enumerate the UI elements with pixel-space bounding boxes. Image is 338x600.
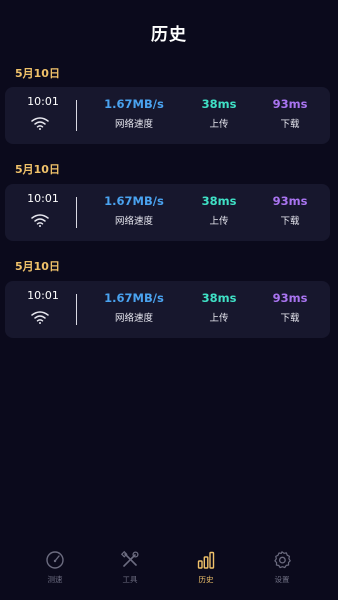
upload-label: 上传 bbox=[209, 119, 229, 130]
speed-metric: 1.67MB/s 网络速度 bbox=[103, 194, 165, 228]
speed-value: 1.67MB/s bbox=[104, 194, 164, 208]
download-metric: 93ms 下载 bbox=[270, 97, 310, 131]
download-metric: 93ms 下载 bbox=[270, 291, 310, 325]
page-title: 历史 bbox=[151, 25, 187, 45]
download-value: 93ms bbox=[272, 97, 308, 111]
history-record-card[interactable]: 10:01 1.67MB/s 网络速度 38ms 上传 93ms 下载 bbox=[5, 87, 330, 144]
download-value: 93ms bbox=[272, 194, 308, 208]
card-divider bbox=[76, 294, 77, 325]
history-record-card[interactable]: 10:01 1.67MB/s 网络速度 38ms 上传 93ms 下载 bbox=[5, 184, 330, 241]
tools-icon bbox=[120, 550, 139, 567]
upload-label: 上传 bbox=[209, 313, 229, 324]
tab-label: 测速 bbox=[47, 575, 63, 584]
download-label: 下载 bbox=[280, 216, 300, 227]
record-time: 10:01 bbox=[27, 95, 59, 108]
record-time: 10:01 bbox=[27, 192, 59, 205]
tab-settings[interactable]: 设置 bbox=[257, 550, 307, 596]
upload-metric: 38ms 上传 bbox=[199, 291, 239, 325]
tab-tools[interactable]: 工具 bbox=[105, 550, 155, 596]
tab-history[interactable]: 历史 bbox=[181, 550, 231, 596]
record-date: 5月10日 bbox=[15, 67, 60, 80]
wifi-icon bbox=[31, 311, 49, 324]
speed-metric: 1.67MB/s 网络速度 bbox=[103, 97, 165, 131]
tab-label: 设置 bbox=[274, 575, 290, 584]
tab-label: 工具 bbox=[122, 575, 138, 584]
download-label: 下载 bbox=[280, 119, 300, 130]
wifi-icon bbox=[31, 117, 49, 130]
download-value: 93ms bbox=[272, 291, 308, 305]
tab-label: 历史 bbox=[198, 575, 214, 584]
upload-metric: 38ms 上传 bbox=[199, 194, 239, 228]
download-metric: 93ms 下载 bbox=[270, 194, 310, 228]
speed-label: 网络速度 bbox=[114, 313, 153, 324]
upload-value: 38ms bbox=[201, 194, 237, 208]
card-divider bbox=[76, 100, 77, 131]
record-date: 5月10日 bbox=[15, 260, 60, 273]
speed-value: 1.67MB/s bbox=[104, 97, 164, 111]
speed-label: 网络速度 bbox=[114, 119, 153, 130]
upload-value: 38ms bbox=[201, 291, 237, 305]
tab-speed-test[interactable]: 测速 bbox=[30, 550, 80, 596]
gear-icon bbox=[274, 551, 291, 569]
speed-metric: 1.67MB/s 网络速度 bbox=[103, 291, 165, 325]
upload-metric: 38ms 上传 bbox=[199, 97, 239, 131]
download-label: 下载 bbox=[280, 313, 300, 324]
bar-chart-icon bbox=[197, 551, 215, 569]
bottom-tab-bar: 测速 工具 历史 设置 bbox=[0, 548, 338, 600]
speed-label: 网络速度 bbox=[114, 216, 153, 227]
speedometer-icon bbox=[46, 551, 64, 569]
card-divider bbox=[76, 197, 77, 228]
record-date: 5月10日 bbox=[15, 163, 60, 176]
wifi-icon bbox=[31, 214, 49, 227]
history-record-card[interactable]: 10:01 1.67MB/s 网络速度 38ms 上传 93ms 下载 bbox=[5, 281, 330, 338]
upload-label: 上传 bbox=[209, 216, 229, 227]
record-time: 10:01 bbox=[27, 289, 59, 302]
upload-value: 38ms bbox=[201, 97, 237, 111]
history-screen: 历史 5月10日 10:01 1.67MB/s 网络速度 38ms 上传 93m… bbox=[0, 0, 338, 600]
speed-value: 1.67MB/s bbox=[104, 291, 164, 305]
